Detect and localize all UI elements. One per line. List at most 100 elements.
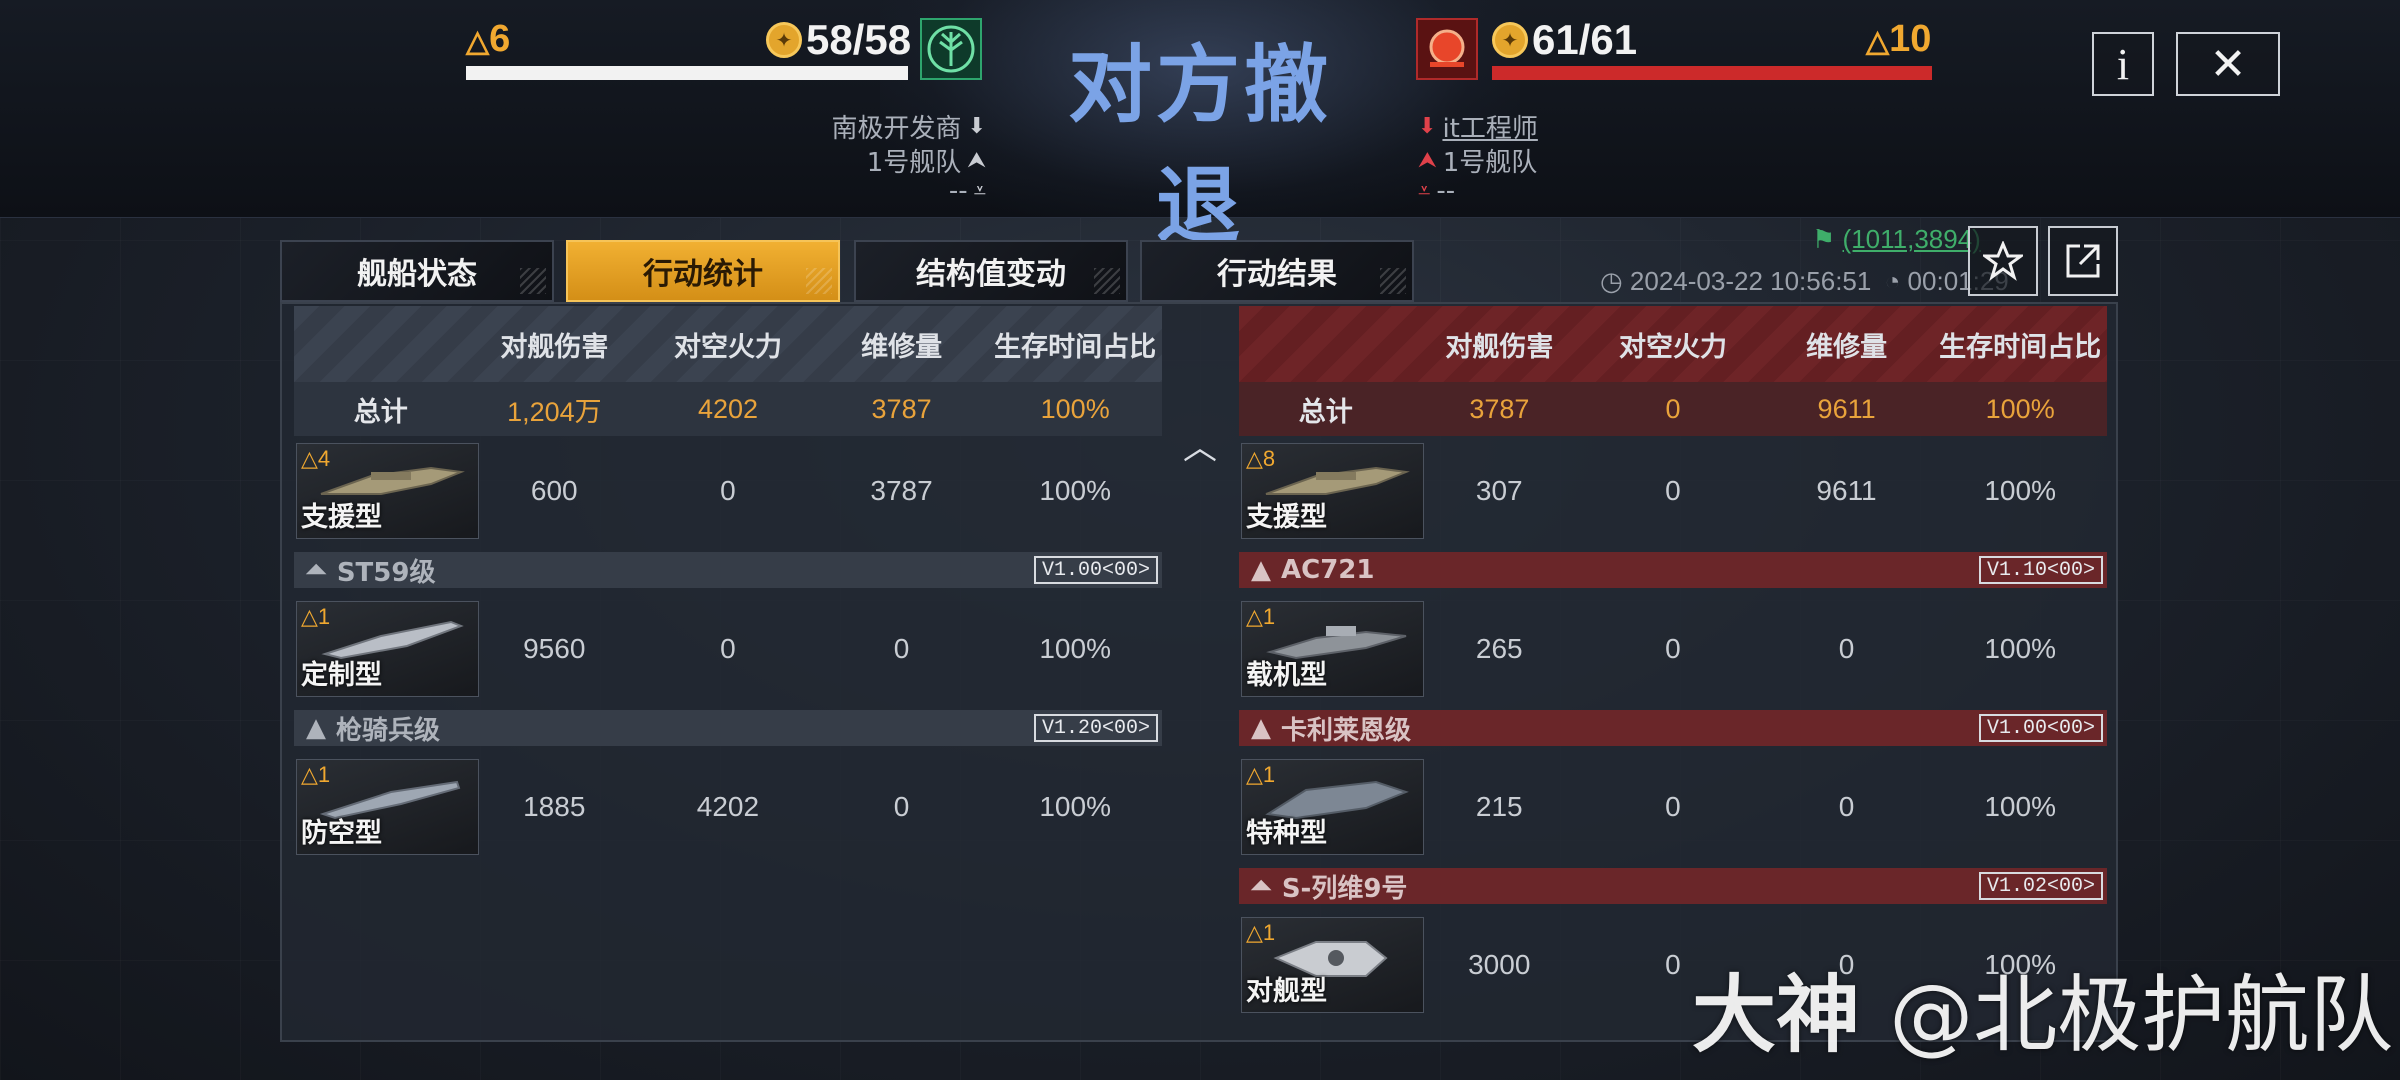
ship-row[interactable]: △1 定制型 9560 0 0 100% [294, 594, 1162, 704]
share-button[interactable] [2048, 226, 2118, 296]
rank-down-icon: ⬇ [967, 114, 986, 139]
col-repair: 维修量 [1806, 331, 1888, 363]
rank-extra-icon: ⩡ [1418, 178, 1431, 204]
stat-anti-air: 0 [1665, 475, 1681, 506]
close-button[interactable]: ✕ [2176, 32, 2280, 96]
right-player-name[interactable]: it工程师 [1442, 108, 1537, 145]
right-ship-count: 61/61 [1532, 16, 1638, 63]
total-value: 4202 [697, 393, 759, 424]
total-value: 100% [1985, 393, 2055, 424]
stat-repair: 0 [893, 791, 910, 822]
ship-type: 支援型 [1246, 502, 1327, 533]
ship-row[interactable]: △1 防空型 1885 4202 0 100% [294, 752, 1162, 862]
ship-row[interactable]: △8 支援型 307 0 9611 100% [1239, 436, 2107, 546]
tab-ship-status[interactable]: 舰船状态 [280, 240, 554, 302]
stat-repair: 0 [893, 633, 910, 664]
total-label: 总计 [1298, 396, 1353, 428]
stat-survival: 100% [1984, 633, 2056, 664]
star-icon [1983, 241, 2023, 281]
stat-repair: 0 [1838, 791, 1855, 822]
stat-anti-air: 0 [720, 633, 736, 664]
class-name: 卡利莱恩级 [1281, 715, 1412, 746]
version-badge: V1.20<00> [1033, 714, 1158, 742]
stat-anti-air: 0 [720, 475, 736, 506]
stat-ship-damage: 307 [1475, 475, 1523, 506]
timer-icon: ◔ [1884, 266, 1901, 296]
version-badge: V1.10<00> [1978, 556, 2103, 584]
battle-header: △6 ✦ 58/58 南极开发商 ⬇ 1号舰队 ⮝ -- ⩡ 对方撤退 ✦ 61… [0, 0, 2400, 253]
ship-tier: △1 [1246, 762, 1276, 787]
total-label: 总计 [353, 396, 408, 428]
col-anti-air: 对空火力 [1618, 331, 1727, 363]
ship-tier: △1 [301, 762, 331, 787]
tab-action-result[interactable]: 行动结果 [1140, 240, 1414, 302]
ship-type: 载机型 [1246, 660, 1327, 691]
ship-tier: △4 [301, 446, 331, 471]
ship-class-header[interactable]: ⏶ ST59级 V1.00<00> [294, 552, 1162, 588]
tab-action-stats[interactable]: 行动统计 [566, 240, 840, 302]
total-value: 3787 [1469, 393, 1530, 424]
ship-type: 定制型 [301, 660, 382, 691]
ship-class-header[interactable]: ▲ 卡利莱恩级 V1.00<00> [1239, 710, 2107, 746]
ship-thumbnail[interactable]: △1 定制型 [296, 601, 480, 697]
favorite-button[interactable] [1968, 226, 2038, 296]
watermark-handle: @北极护航队 [1889, 966, 2394, 1064]
right-player-name-row[interactable]: ⬇ it工程师 [1418, 108, 1538, 145]
clock-icon: ◷ [1600, 266, 1623, 296]
stat-survival: 100% [1039, 791, 1111, 822]
chevron-up-icon[interactable]: ︿ [1180, 424, 1220, 468]
ship-thumbnail[interactable]: △4 支援型 [296, 443, 480, 539]
stat-survival: 100% [1039, 475, 1111, 506]
left-player-name-row[interactable]: 南极开发商 ⬇ [700, 108, 986, 145]
stat-ship-damage: 1885 [523, 791, 586, 822]
class-name: S-列维9号 [1281, 873, 1408, 904]
left-player-name[interactable]: 南极开发商 [832, 108, 962, 145]
ship-row[interactable]: △4 支援型 600 0 3787 100% [294, 436, 1162, 546]
ship-class-header[interactable]: ▲ 枪骑兵级 V1.20<00> [294, 710, 1162, 746]
share-icon [2066, 244, 2100, 278]
battle-result-title: 对方撤退 [1067, 38, 1332, 253]
stat-anti-air: 0 [1665, 633, 1681, 664]
watermark-brand: 大神 [1692, 966, 1861, 1064]
ship-thumbnail[interactable]: △1 载机型 [1241, 601, 1425, 697]
left-tier-count: △6 [466, 18, 511, 60]
ship-thumbnail[interactable]: △1 对舰型 [1241, 917, 1425, 1013]
class-rank-icon: ▲ [1251, 555, 1271, 585]
chevron-up-icon: ⮝ [1418, 148, 1437, 173]
left-fleet-row: 1号舰队 ⮝ [700, 142, 986, 179]
ship-row[interactable]: △1 特种型 215 0 0 100% [1239, 752, 2107, 862]
version-badge: V1.00<00> [1978, 714, 2103, 742]
ship-type: 对舰型 [1246, 976, 1327, 1007]
left-extra-row: -- ⩡ [700, 176, 986, 206]
own-fleet-stats: 对舰伤害 对空火力 维修量 生存时间占比 总计 1,204万 4202 3787… [294, 306, 1162, 862]
ship-thumbnail[interactable]: △1 防空型 [296, 759, 480, 855]
col-repair: 维修量 [861, 331, 943, 363]
triangle-icon: △ [1866, 25, 1890, 58]
tree-emblem-icon[interactable] [920, 18, 982, 80]
ship-class-header[interactable]: ⏶ S-列维9号 V1.02<00> [1239, 868, 2107, 904]
right-fleet-row: ⮝ 1号舰队 [1418, 142, 1537, 179]
ship-thumbnail[interactable]: △1 特种型 [1241, 759, 1425, 855]
stat-ship-damage: 9560 [523, 633, 586, 664]
coordinate-link[interactable]: (1011,3894) [1843, 224, 1981, 254]
total-value: 100% [1040, 393, 1110, 424]
ship-thumbnail[interactable]: △8 支援型 [1241, 443, 1425, 539]
stat-survival: 100% [1039, 633, 1111, 664]
enemy-fleet-stats: 对舰伤害 对空火力 维修量 生存时间占比 总计 3787 0 9611 100%… [1239, 306, 2107, 1020]
watermark: 大神 @北极护航队 [1692, 948, 2393, 1069]
total-value: 0 [1665, 393, 1681, 424]
ship-tier: △1 [301, 604, 331, 629]
sun-emblem-icon[interactable] [1416, 18, 1478, 80]
version-badge: V1.00<00> [1033, 556, 1158, 584]
left-health-bar [466, 66, 908, 80]
ship-class-header[interactable]: ▲ AC721 V1.10<00> [1239, 552, 2107, 588]
ship-tier: △1 [1246, 920, 1276, 945]
right-extra-row: ⩡ -- [1418, 176, 1455, 206]
info-button[interactable]: i [2092, 32, 2154, 96]
tab-structure-change[interactable]: 结构值变动 [854, 240, 1128, 302]
ship-row[interactable]: △1 载机型 265 0 0 100% [1239, 594, 2107, 704]
total-value: 1,204万 [507, 396, 602, 427]
class-name: ST59级 [336, 557, 436, 588]
battle-coordinates[interactable]: ⚑ (1011,3894) [1812, 224, 1981, 255]
class-rank-icon: ⏶ [306, 554, 327, 585]
